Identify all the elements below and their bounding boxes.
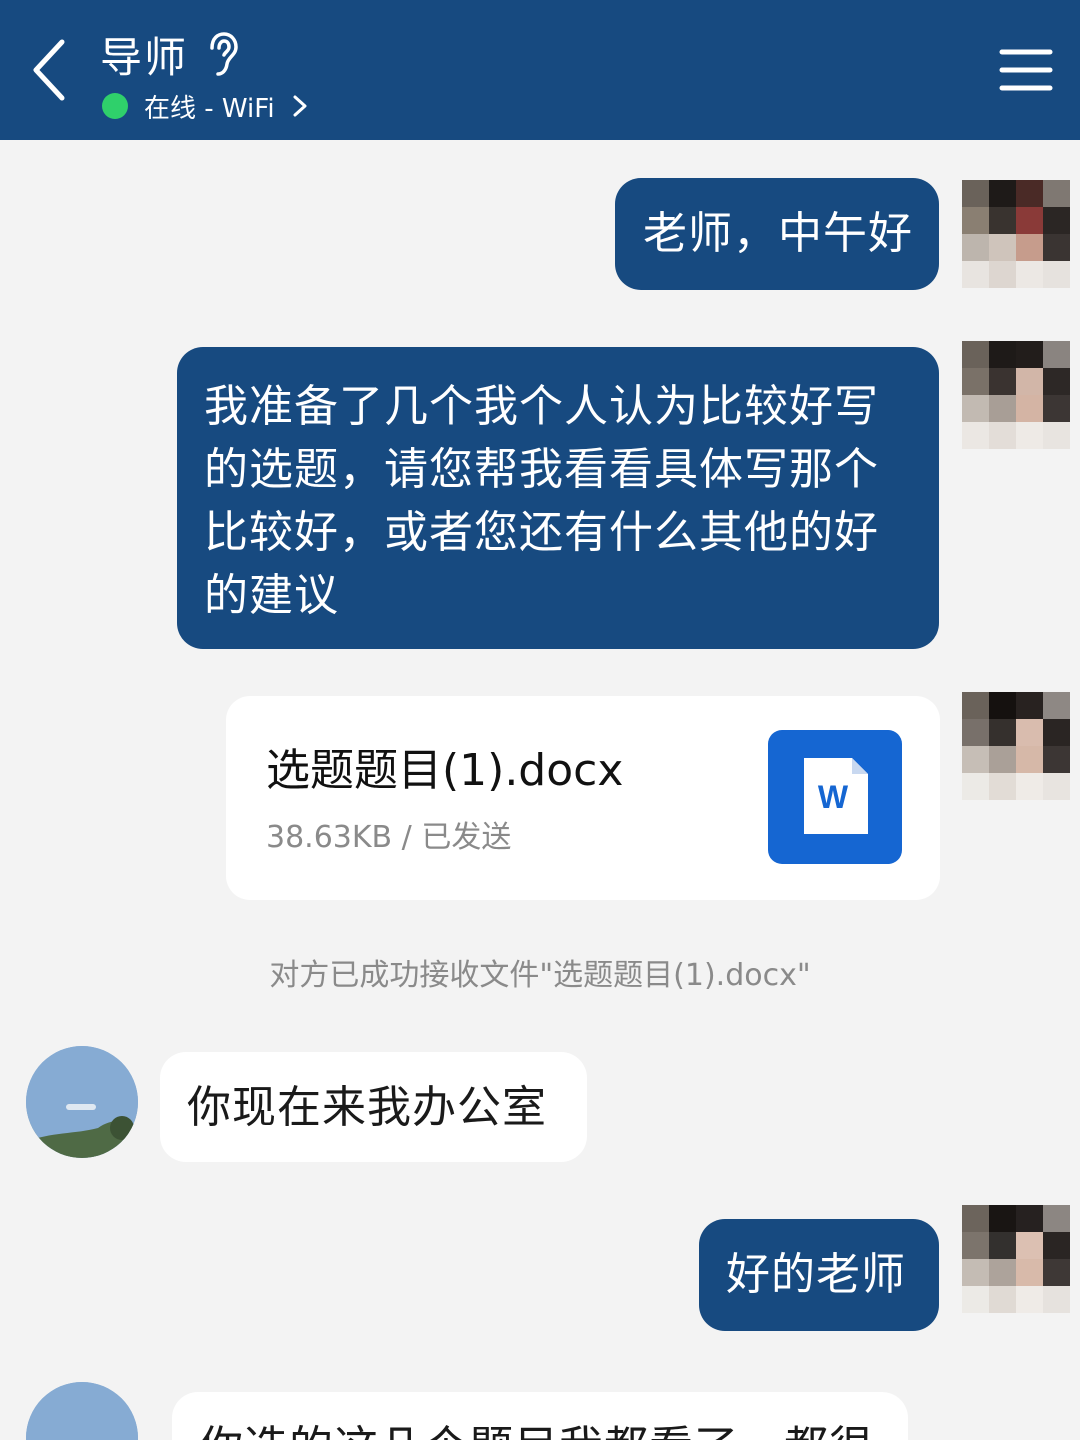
file-size-status: 38.63KB / 已发送 [266, 820, 512, 855]
message-bubble-outgoing[interactable]: 好的老师 [699, 1219, 939, 1331]
my-avatar[interactable] [962, 692, 1070, 800]
file-name: 选题题目(1).docx [266, 745, 624, 796]
message-bubble-outgoing[interactable]: 老师，中午好 [615, 178, 939, 290]
word-icon-letter: W [818, 779, 849, 815]
message-text: 你选的这几个题目我都看了，都很 [199, 1422, 874, 1440]
status-text: 在线 - WiFi [144, 93, 275, 124]
my-avatar[interactable] [962, 180, 1070, 288]
chevron-right-icon [293, 95, 307, 117]
message-text: 老师，中午好 [643, 208, 913, 259]
contact-avatar[interactable] [26, 1046, 138, 1158]
message-text: 我准备了几个我个人认为比较好写的选题，请您帮我看看具体写那个比较好，或者您还有什… [204, 381, 879, 621]
hamburger-menu-icon [999, 49, 1053, 91]
file-message-card[interactable]: 选题题目(1).docx 38.63KB / 已发送 W [226, 696, 940, 900]
my-avatar[interactable] [962, 1205, 1070, 1313]
back-button[interactable] [22, 32, 78, 108]
my-avatar[interactable] [962, 341, 1070, 449]
network-status[interactable]: 在线 - WiFi [102, 86, 309, 126]
title-row: 导师 [100, 26, 240, 82]
chat-header: 导师 在线 - WiFi [0, 0, 1080, 140]
message-text: 好的老师 [726, 1249, 906, 1300]
ear-icon[interactable] [206, 31, 240, 77]
chat-title: 导师 [100, 32, 189, 82]
word-document-icon: W [768, 730, 902, 864]
message-text: 你现在来我办公室 [187, 1082, 547, 1133]
message-bubble-incoming[interactable]: 你选的这几个题目我都看了，都很 [172, 1392, 908, 1440]
system-notice: 对方已成功接收文件"选题题目(1).docx" [269, 958, 811, 993]
menu-button[interactable] [998, 44, 1054, 96]
message-bubble-incoming[interactable]: 你现在来我办公室 [160, 1052, 587, 1162]
online-status-dot [102, 93, 128, 119]
contact-avatar[interactable] [26, 1382, 138, 1440]
chevron-left-icon [33, 39, 65, 101]
message-bubble-outgoing[interactable]: 我准备了几个我个人认为比较好写的选题，请您帮我看看具体写那个比较好，或者您还有什… [177, 347, 939, 649]
